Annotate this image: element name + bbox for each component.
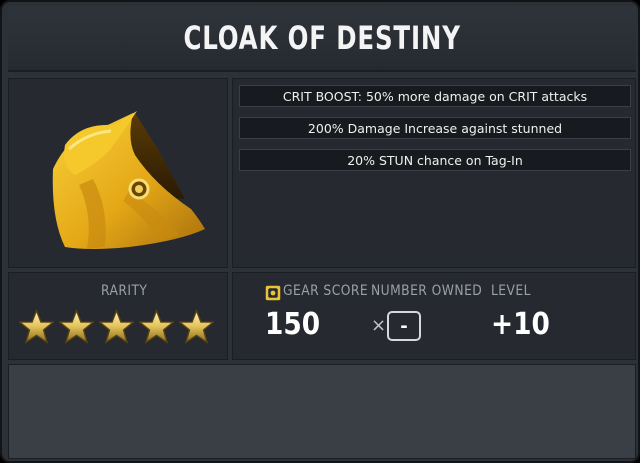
multiply-icon: × xyxy=(371,315,387,336)
gear-card: CLOAK OF DESTINY CRIT BOOST: 50% more da… xyxy=(0,0,640,463)
stat-text: 200% Damage Increase against stunned xyxy=(307,120,563,136)
number-owned-text: - xyxy=(400,315,408,337)
stat-row: 200% Damage Increase against stunned xyxy=(239,117,631,139)
star-icon xyxy=(179,309,214,344)
star-icon xyxy=(19,309,54,344)
golden-cloak-icon xyxy=(52,111,205,249)
item-image-panel xyxy=(8,78,228,268)
footer-panel xyxy=(8,364,636,459)
star-icon xyxy=(139,309,174,344)
item-info-panel: GEAR SCORE 150 NUMBER OWNED × - LEVEL +1… xyxy=(232,272,636,360)
item-stats-panel: CRIT BOOST: 50% more damage on CRIT atta… xyxy=(232,78,636,268)
title-bar: CLOAK OF DESTINY xyxy=(8,6,636,72)
stat-text: 20% STUN chance on Tag-In xyxy=(347,152,523,168)
gear-score-label: GEAR SCORE xyxy=(283,283,369,299)
level-value: +10 xyxy=(491,307,550,342)
rarity-panel: RARITY xyxy=(8,272,228,360)
gear-score-value: 150 xyxy=(265,307,321,342)
rarity-label: RARITY xyxy=(101,283,148,299)
number-owned-label: NUMBER OWNED xyxy=(371,283,483,299)
gear-score-icon xyxy=(265,285,281,301)
rarity-stars xyxy=(19,309,214,344)
stat-row: CRIT BOOST: 50% more damage on CRIT atta… xyxy=(239,85,631,107)
level-label: LEVEL xyxy=(491,283,531,299)
number-owned-value: - xyxy=(387,311,421,341)
stat-row: 20% STUN chance on Tag-In xyxy=(239,149,631,171)
item-title: CLOAK OF DESTINY xyxy=(183,19,461,57)
star-icon xyxy=(59,309,94,344)
star-icon xyxy=(99,309,134,344)
stat-text: CRIT BOOST: 50% more damage on CRIT atta… xyxy=(282,88,588,104)
